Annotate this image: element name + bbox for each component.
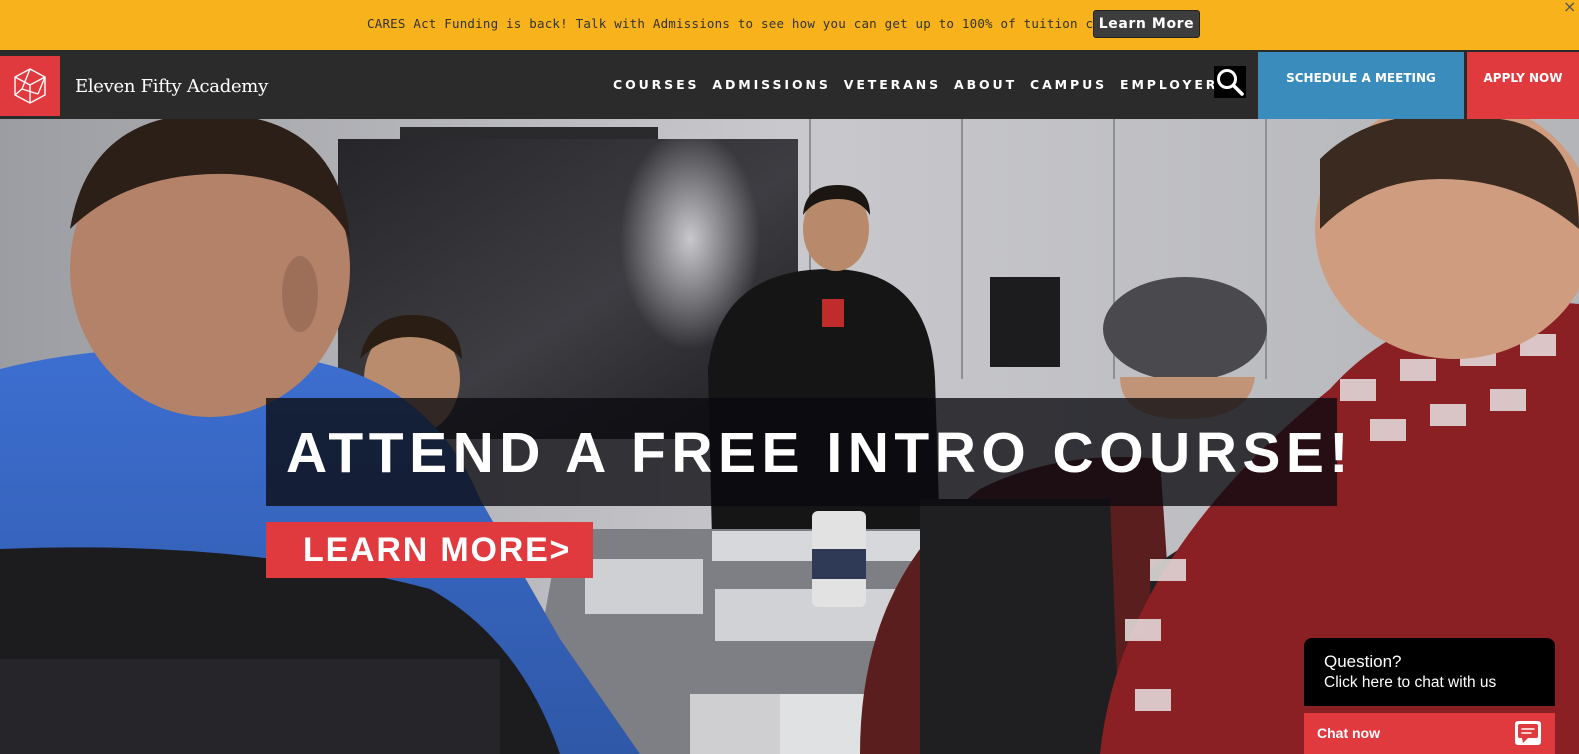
nav-courses[interactable]: COURSES xyxy=(613,77,699,92)
brand-name[interactable]: Eleven Fifty Academy xyxy=(75,76,268,97)
search-button[interactable] xyxy=(1214,66,1246,98)
nav-veterans[interactable]: VETERANS xyxy=(844,77,941,92)
nav-admissions[interactable]: ADMISSIONS xyxy=(712,77,830,92)
schedule-meeting-button[interactable]: SCHEDULE A MEETING xyxy=(1258,52,1464,119)
nav-campus[interactable]: CAMPUS xyxy=(1030,77,1107,92)
polyhedron-logo-icon xyxy=(14,68,46,104)
chat-bubble-icon xyxy=(1515,721,1541,745)
nav-about[interactable]: ABOUT xyxy=(954,77,1017,92)
search-icon xyxy=(1217,69,1244,96)
chat-prompt-bubble[interactable]: Question? Click here to chat with us xyxy=(1304,638,1555,706)
hero-headline: ATTEND A FREE INTRO COURSE! xyxy=(286,421,1354,485)
announcement-learn-more-button[interactable]: Learn More xyxy=(1093,10,1200,38)
close-icon[interactable]: × xyxy=(1563,0,1576,16)
main-nav: COURSES ADMISSIONS VETERANS ABOUT CAMPUS… xyxy=(613,77,1230,92)
site-header: Eleven Fifty Academy COURSES ADMISSIONS … xyxy=(0,52,1579,119)
chat-now-label: Chat now xyxy=(1317,725,1380,741)
chat-now-bar[interactable]: Chat now xyxy=(1304,713,1555,754)
apply-now-button[interactable]: APPLY NOW xyxy=(1467,52,1579,119)
hero-learn-more-button[interactable]: LEARN MORE> xyxy=(266,522,593,578)
chat-question-text: Question? xyxy=(1324,652,1402,671)
logo[interactable] xyxy=(0,56,60,116)
announcement-message: CARES Act Funding is back! Talk with Adm… xyxy=(367,16,1148,31)
announcement-bar: CARES Act Funding is back! Talk with Adm… xyxy=(0,0,1579,50)
headline-overlay: ATTEND A FREE INTRO COURSE! xyxy=(266,398,1348,506)
chat-prompt-text: Click here to chat with us xyxy=(1324,674,1497,691)
